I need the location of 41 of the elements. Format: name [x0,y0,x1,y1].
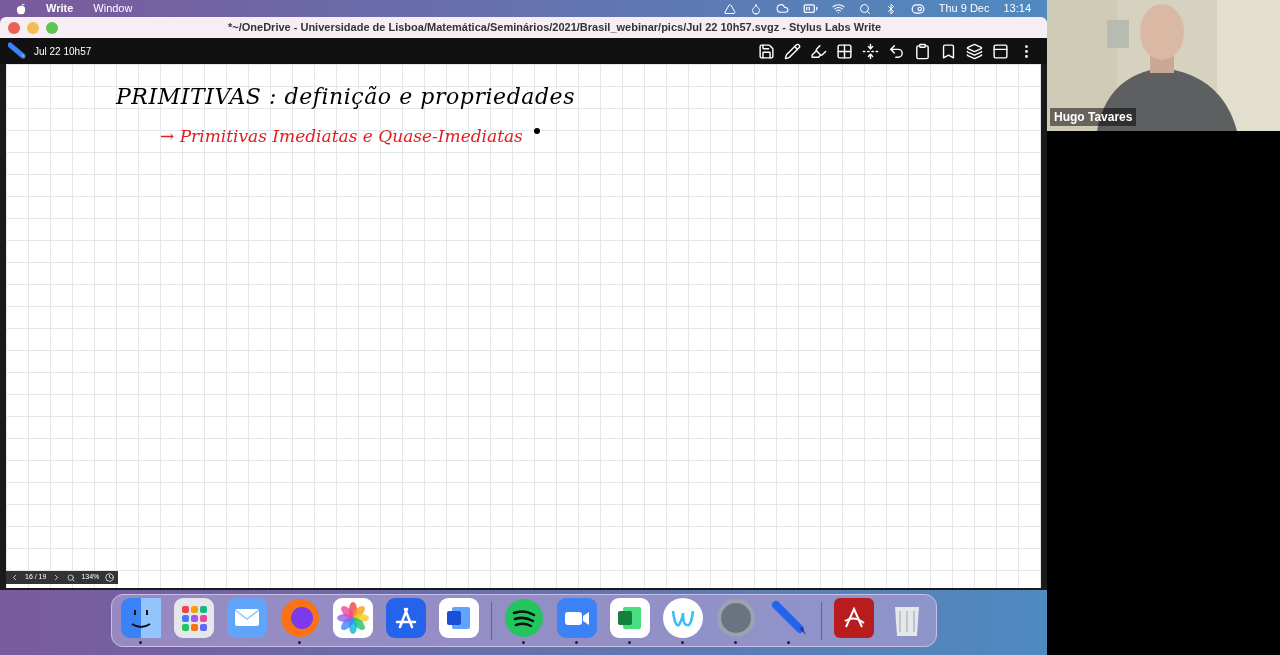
menu-item[interactable]: Window [93,0,133,17]
close-button[interactable] [8,21,20,34]
panel-icon[interactable] [992,42,1009,60]
document-name: Jul 22 10h57 [34,44,92,59]
layers-icon[interactable] [966,42,983,60]
app-store-icon[interactable] [384,597,427,639]
drop-icon[interactable] [749,2,762,15]
video-camera-app-icon[interactable] [555,597,598,639]
pencil-icon[interactable] [784,42,801,60]
wifi-icon[interactable] [831,2,845,15]
bookmark-icon[interactable] [940,42,957,60]
highlighter-icon[interactable] [810,42,827,60]
participant-name: Hugo Tavares [1050,108,1137,126]
triangle-icon[interactable] [723,2,736,15]
handwritten-note: → Primitivas Imediatas e Quase-Imediatas [160,126,523,146]
insert-space-icon[interactable] [862,42,879,60]
pen-logo-icon[interactable] [8,42,26,60]
undo-icon[interactable] [888,42,905,60]
menu-bar-date[interactable]: Thu 9 Dec [938,0,990,17]
grid-icon[interactable] [836,42,853,60]
search-icon[interactable] [858,2,871,15]
clock-icon[interactable] [105,573,115,582]
apple-logo-icon[interactable] [16,2,26,15]
previous-page-icon[interactable] [10,573,19,582]
app-grid-icon[interactable] [172,597,215,639]
wave-app-icon[interactable] [661,597,704,639]
pdf-app-icon[interactable] [832,597,875,639]
cloud-icon[interactable] [775,2,789,15]
handwritten-title: PRIMITIVAS : definição e propriedades [116,84,575,110]
smiling-face-app-icon[interactable] [119,597,162,639]
menu-bar-time[interactable]: 13:14 [1003,0,1031,17]
document-app-icon[interactable] [437,597,480,639]
flower-app-icon[interactable] [331,597,374,639]
clipboard-icon[interactable] [914,42,931,60]
save-icon[interactable] [758,42,775,60]
app-menu[interactable]: Write [46,0,74,17]
window-title: *~/OneDrive - Universidade de Lisboa/Matemática/Seminários/2021/Brasil_webinar/pics/Jul 22 10h57.svgz - Stylus Labs Write [228,20,882,36]
envelope-app-icon[interactable] [225,597,268,639]
sound-waves-app-icon[interactable] [502,597,545,639]
zoom-icon[interactable] [67,573,76,582]
battery-icon[interactable] [802,1,818,16]
